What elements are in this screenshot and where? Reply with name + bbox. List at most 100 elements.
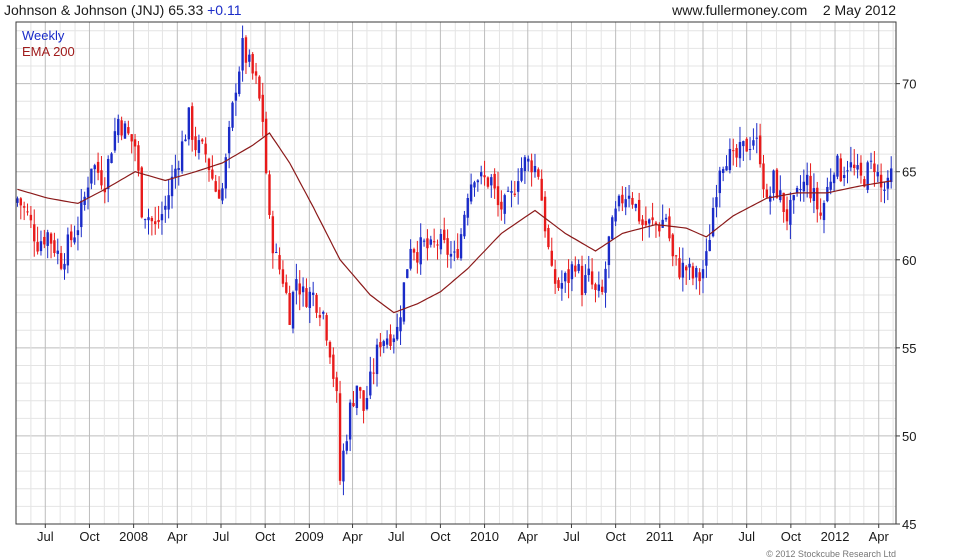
candle-body [53,240,56,254]
candle-body [167,195,170,210]
candle-body [150,217,154,222]
candle-body [809,175,812,199]
candle-body [732,150,735,152]
candle-body [311,292,315,295]
candle-body [476,180,480,183]
candle-body [644,220,648,226]
y-tick-label: 65 [902,165,916,180]
candle-body [718,170,722,194]
candle-body [164,205,167,210]
candle-body [721,169,725,174]
candle-body [342,450,345,482]
candle-body [160,214,164,221]
candle-body [506,190,510,192]
candle-body [500,201,503,210]
candle-body [359,387,362,391]
candle-body [574,265,577,272]
plot-frame [15,21,897,525]
candle-body [577,264,580,271]
candle-body [631,197,634,205]
candle-body [372,372,375,374]
candle-body [604,268,607,293]
x-tick-label: Jul [213,529,230,544]
x-tick-label: Apr [518,529,539,544]
candle-body [611,217,614,240]
candle-body [19,198,23,206]
candle-body [322,311,325,314]
candle-body [180,141,184,172]
candle-body [493,173,496,189]
candle-body [234,92,238,101]
x-tick-label: Oct [255,529,276,544]
candle-body [685,266,688,271]
candle-body [49,233,53,244]
candle-body [822,202,826,221]
candle-body [443,229,446,240]
candle-body [422,240,426,242]
candle-body [204,143,207,155]
candle-body [520,168,523,181]
candle-body [637,199,641,222]
candle-body [76,230,80,236]
candle-body [194,136,197,151]
candle-body [130,134,133,142]
candle-body [258,76,261,99]
candle-body [395,326,399,340]
candle-body [439,234,443,250]
candle-body [553,269,557,284]
candle-body [567,269,570,283]
candle-body [453,251,456,253]
candle-body [127,127,130,134]
candle-body [106,158,110,189]
candle-body [288,292,291,325]
candle-body [113,131,117,151]
candle-body [621,194,624,204]
x-tick-label: Jul [738,529,755,544]
candle-body [473,182,476,188]
candle-body [261,94,264,122]
candle-body [143,219,147,221]
candle-body [883,189,886,191]
candle-body [29,214,33,221]
candle-body [661,219,664,228]
candle-body [590,271,594,285]
y-tick-label: 60 [902,253,916,268]
candle-body [315,294,318,313]
candle-body [120,120,123,136]
candle-body [110,153,113,164]
candle-body [332,354,335,379]
candle-body [96,161,100,173]
candle-body [429,239,432,245]
candle-body [812,188,816,201]
candle-body [513,193,517,195]
candle-body [335,377,338,392]
candles [16,25,893,496]
candle-body [587,268,590,276]
candle-body [795,188,799,193]
candle-body [248,54,251,62]
legend-ema-200: EMA 200 [22,44,75,59]
candle-body [419,237,422,265]
candle-body [570,264,574,280]
candle-body [617,195,621,207]
candle-body [39,241,43,252]
candle-body [264,118,268,173]
candle-body [664,217,668,220]
x-tick-label: Apr [693,529,714,544]
candle-body [469,184,473,202]
x-tick-label: Jul [37,529,54,544]
copyright-notice: © 2012 Stockcube Research Ltd [766,549,896,559]
candle-body [137,145,140,171]
candle-body [291,292,295,329]
candle-body [829,181,832,190]
candle-body [654,222,658,225]
candle-body [486,177,490,187]
y-tick-label: 45 [902,517,916,532]
candle-body [66,234,70,266]
candle-body [490,177,493,186]
candle-body [695,268,698,278]
candle-body [227,126,231,154]
candle-body [238,71,241,94]
candle-body [355,385,359,408]
candle-body [16,198,19,203]
